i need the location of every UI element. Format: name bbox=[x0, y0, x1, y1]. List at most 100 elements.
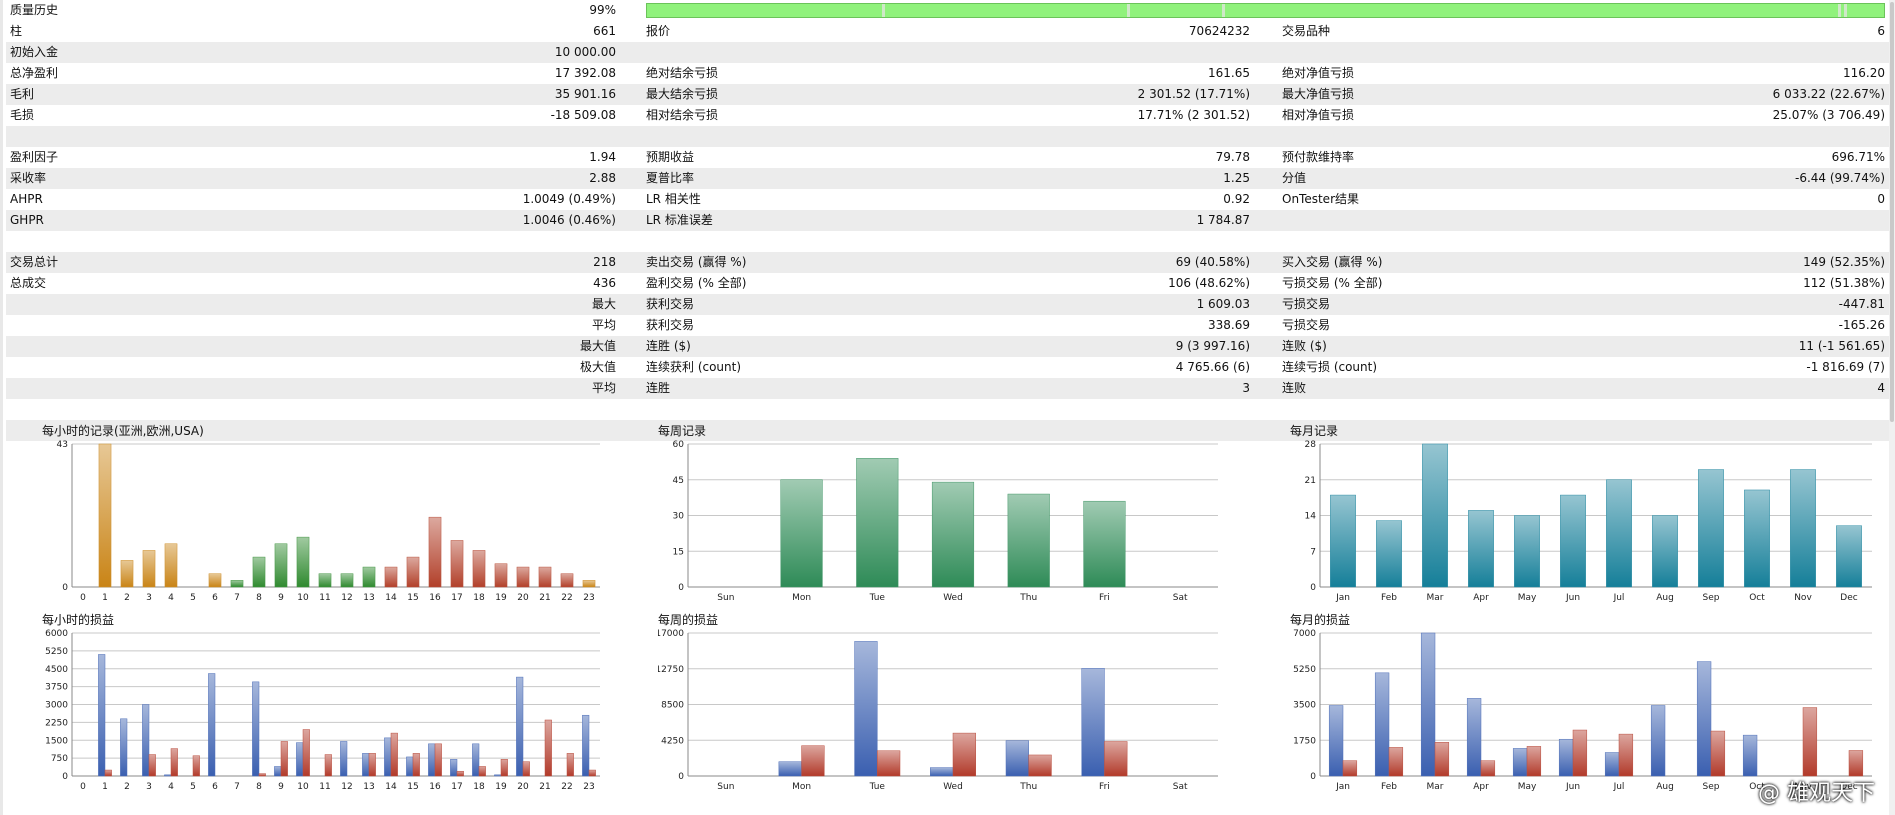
watermark: @ 雄观天下 bbox=[1758, 781, 1875, 806]
x-tick-label: Sep bbox=[1703, 782, 1720, 792]
x-tick-label: Sat bbox=[1173, 593, 1188, 603]
bar bbox=[494, 774, 502, 777]
bar bbox=[1604, 752, 1620, 777]
x-tick-label: Feb bbox=[1381, 593, 1397, 603]
bar bbox=[302, 729, 310, 777]
bar bbox=[877, 750, 901, 777]
label-col1: 毛损 bbox=[10, 108, 35, 122]
x-tick-label: 20 bbox=[517, 782, 529, 792]
bar bbox=[1104, 741, 1128, 777]
x-tick-label: 23 bbox=[583, 782, 594, 792]
bar bbox=[566, 753, 574, 777]
bar bbox=[1330, 494, 1356, 588]
bar bbox=[120, 718, 128, 777]
report-row: 最大 获利交易 1 609.03 亏损交易 -447.81 bbox=[6, 294, 1889, 315]
bar bbox=[450, 540, 464, 588]
report-row: 初始入金 10 000.00 bbox=[6, 42, 1889, 63]
value-col2: 1 609.03 bbox=[1196, 297, 1250, 311]
y-tick-label: 5250 bbox=[1293, 665, 1316, 675]
bar bbox=[1480, 760, 1496, 777]
chart-plot: 075015002250300037504500525060000 1 2 3 4 5 6 7… bbox=[45, 629, 600, 792]
x-tick-label: Jun bbox=[1565, 782, 1580, 792]
bar bbox=[1652, 515, 1678, 588]
y-tick-label: 3750 bbox=[45, 683, 68, 693]
report-row: 采收率 2.88 夏普比率 1.25 分值 -6.44 (99.74%) bbox=[6, 168, 1889, 189]
vertical-scrollbar[interactable] bbox=[1889, 0, 1895, 815]
bar bbox=[1618, 733, 1634, 777]
report-row: 毛利 35 901.16 最大结余亏损 2 301.52 (17.71%) 最大净值亏损… bbox=[6, 84, 1889, 105]
y-tick-label: 30 bbox=[673, 512, 685, 522]
label-col2: LR 标准误差 bbox=[646, 213, 713, 227]
bar bbox=[384, 566, 398, 588]
scrollbar-thumb[interactable] bbox=[1890, 2, 1894, 422]
x-tick-label: Thu bbox=[1019, 593, 1037, 603]
report-row bbox=[6, 126, 1889, 147]
label-col3: 亏损交易 (% 全部) bbox=[1282, 276, 1383, 290]
value-col1: 1.0049 (0.49%) bbox=[522, 192, 616, 206]
report-row: 最大值 连胜 ($) 9 (3 997.16) 连败 ($) 11 (-1 561.65… bbox=[6, 336, 1889, 357]
label-col1: 盈利因子 bbox=[10, 150, 59, 164]
bar bbox=[1007, 493, 1050, 588]
bar bbox=[1376, 520, 1402, 588]
label-col3: 交易品种 bbox=[1282, 24, 1331, 38]
chart-plot: 0 15 30 45 60 Sun Mon Tue Wed Thu Fri Sat bbox=[673, 440, 1218, 603]
report-row: 平均 获利交易 338.69 亏损交易 -165.26 bbox=[6, 315, 1889, 336]
value-col1: 2.88 bbox=[589, 171, 616, 185]
label-col1: 总净盈利 bbox=[10, 66, 59, 80]
y-tick-label: 0 bbox=[1310, 772, 1316, 782]
x-tick-label: 9 bbox=[278, 593, 284, 603]
bar bbox=[1512, 748, 1528, 777]
chart-hourly-pnl: 每小时的损益 0 750 1500 2250 3000 3750 4500 5250 6000 0 1… bbox=[42, 611, 608, 796]
y-tick-label: 1750 bbox=[1293, 736, 1316, 746]
y-tick-label: 15 bbox=[673, 547, 684, 557]
bar bbox=[428, 516, 442, 588]
x-tick-label: Apr bbox=[1473, 593, 1489, 603]
bar bbox=[500, 759, 508, 777]
y-tick-label: 14 bbox=[1305, 512, 1317, 522]
x-tick-label: Sun bbox=[717, 782, 734, 792]
value-col2: 1 784.87 bbox=[1196, 213, 1250, 227]
bar bbox=[522, 761, 530, 777]
y-tick-label: 6000 bbox=[45, 629, 68, 639]
value-col3: 149 (52.35%) bbox=[1803, 255, 1885, 269]
bar bbox=[582, 714, 590, 777]
label-col1: 采收率 bbox=[10, 171, 47, 185]
value-col1: 35 901.16 bbox=[554, 87, 616, 101]
bar bbox=[274, 543, 288, 588]
y-tick-label: 2250 bbox=[45, 718, 68, 728]
x-tick-label: 8 bbox=[256, 782, 262, 792]
x-tick-label: 21 bbox=[539, 593, 550, 603]
bar bbox=[801, 745, 825, 777]
label-col3: 最大净值亏损 bbox=[1282, 87, 1355, 101]
label-col3: 连败 bbox=[1282, 381, 1307, 395]
x-tick-label: 14 bbox=[385, 782, 397, 792]
x-tick-label: 16 bbox=[429, 782, 441, 792]
bar bbox=[258, 773, 266, 777]
bar bbox=[280, 741, 288, 777]
x-tick-label: Nov bbox=[1794, 593, 1812, 603]
label-col3: 绝对净值亏损 bbox=[1282, 66, 1355, 80]
y-tick-label: 60 bbox=[673, 440, 685, 450]
x-tick-label: May bbox=[1518, 593, 1537, 603]
value-col3: 112 (51.38%) bbox=[1803, 276, 1885, 290]
x-tick-label: Tue bbox=[869, 593, 886, 603]
y-tick-label: 0 bbox=[678, 583, 684, 593]
x-tick-label: 20 bbox=[517, 593, 529, 603]
x-tick-label: Jul bbox=[1613, 593, 1625, 603]
label-col3: 连续亏损 (count) bbox=[1282, 360, 1378, 374]
quality-gap-mark bbox=[1126, 4, 1130, 17]
x-tick-label: 8 bbox=[256, 593, 262, 603]
bar bbox=[390, 732, 398, 777]
value-col1: 最大值 bbox=[579, 339, 616, 353]
bar bbox=[1083, 500, 1126, 588]
x-tick-label: Feb bbox=[1381, 782, 1397, 792]
y-tick-label: 45 bbox=[673, 476, 684, 486]
label-col3: 预付款维持率 bbox=[1282, 150, 1355, 164]
bar bbox=[856, 458, 899, 588]
bar bbox=[340, 573, 354, 588]
bar bbox=[1836, 525, 1862, 588]
value-col3: 6 bbox=[1877, 24, 1885, 38]
bar bbox=[142, 550, 156, 588]
label-col2: 卖出交易 (赢得 %) bbox=[646, 255, 747, 269]
bar bbox=[406, 756, 414, 777]
